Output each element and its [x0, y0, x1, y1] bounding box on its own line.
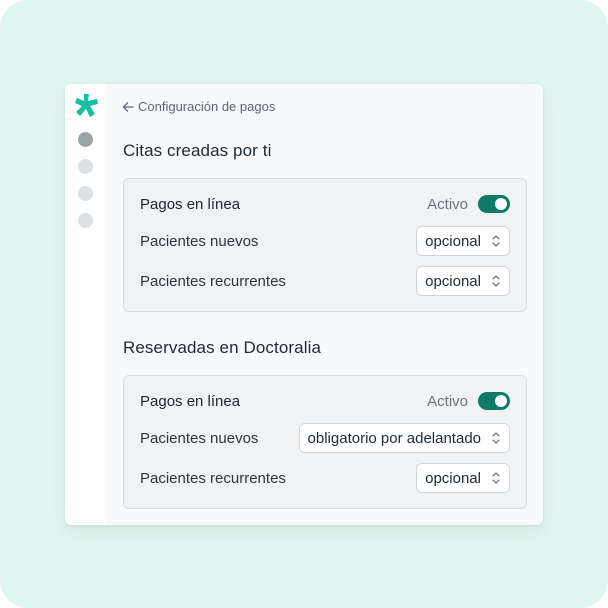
- back-link[interactable]: Configuración de pagos: [122, 99, 275, 114]
- background-frame: Configuración de pagos Citas creadas por…: [0, 0, 608, 608]
- section-title-doctoralia: Reservadas en Doctoralia: [123, 338, 321, 357]
- new-patients-select[interactable]: obligatorio por adelantado: [298, 423, 510, 453]
- online-payments-status: Activo: [427, 392, 510, 410]
- back-link-label: Configuración de pagos: [138, 99, 276, 114]
- new-patients-row: Pacientes nuevos opcional: [140, 225, 510, 257]
- sidebar-nav-item-2[interactable]: [78, 159, 93, 174]
- new-patients-row: Pacientes nuevos obligatorio por adelant…: [140, 422, 510, 454]
- online-payments-row: Pagos en línea Activo: [140, 385, 510, 417]
- new-patients-label: Pacientes nuevos: [140, 429, 259, 447]
- returning-patients-row: Pacientes recurrentes opcional: [140, 265, 510, 297]
- select-value: opcional: [425, 232, 481, 250]
- online-payments-label: Pagos en línea: [140, 195, 241, 213]
- returning-patients-select[interactable]: opcional: [416, 266, 510, 296]
- payments-card-doctoralia: Pagos en línea Activo Pacientes nuevos o…: [123, 375, 527, 509]
- sidebar: [65, 84, 106, 525]
- section-title-citas: Citas creadas por ti: [123, 141, 272, 160]
- online-payments-label: Pagos en línea: [140, 392, 241, 410]
- select-value: obligatorio por adelantado: [307, 429, 481, 447]
- select-value: opcional: [425, 272, 481, 290]
- online-payments-row: Pagos en línea Activo: [140, 188, 510, 220]
- online-payments-toggle[interactable]: [478, 195, 510, 213]
- app-window: Configuración de pagos Citas creadas por…: [65, 84, 543, 525]
- returning-patients-row: Pacientes recurrentes opcional: [140, 462, 510, 494]
- chevron-up-down-icon: [492, 472, 500, 484]
- returning-patients-label: Pacientes recurrentes: [140, 272, 286, 290]
- chevron-up-down-icon: [492, 432, 500, 444]
- arrow-left-icon: [122, 101, 134, 112]
- online-payments-status: Activo: [427, 195, 510, 213]
- sidebar-nav-item-1[interactable]: [78, 132, 93, 147]
- status-label: Activo: [427, 392, 468, 410]
- returning-patients-label: Pacientes recurrentes: [140, 469, 286, 487]
- returning-patients-select[interactable]: opcional: [416, 463, 510, 493]
- doctoralia-logo-icon[interactable]: [73, 92, 99, 118]
- chevron-up-down-icon: [492, 275, 500, 287]
- status-label: Activo: [427, 195, 468, 213]
- sidebar-nav-item-3[interactable]: [78, 186, 93, 201]
- main-content: Configuración de pagos Citas creadas por…: [106, 84, 543, 525]
- select-value: opcional: [425, 469, 481, 487]
- new-patients-label: Pacientes nuevos: [140, 232, 259, 250]
- sidebar-nav-item-4[interactable]: [78, 213, 93, 228]
- new-patients-select[interactable]: opcional: [416, 226, 510, 256]
- payments-card-citas: Pagos en línea Activo Pacientes nuevos o…: [123, 178, 527, 312]
- online-payments-toggle[interactable]: [478, 392, 510, 410]
- chevron-up-down-icon: [492, 235, 500, 247]
